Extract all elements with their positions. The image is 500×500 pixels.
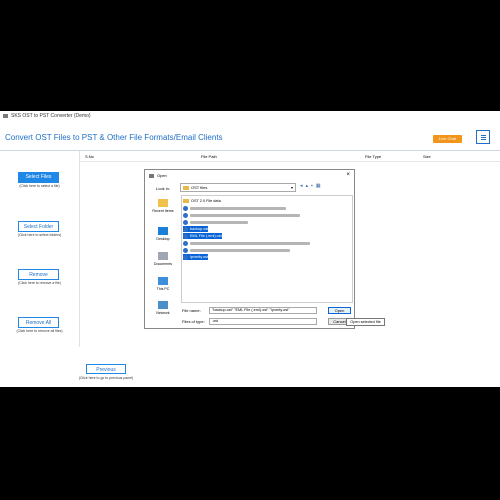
file-name-label: File name: <box>182 308 201 313</box>
title-bar: SKS OST to PST Converter (Demo) <box>0 111 500 121</box>
places-bar: Recent Items Desktop Documents This PC N… <box>148 195 178 325</box>
file-name: EML File (.eml).ost <box>190 234 222 238</box>
place-label: Recent Items <box>152 209 174 213</box>
select-files-button[interactable]: Select Files <box>18 172 59 183</box>
documents-icon <box>158 252 168 260</box>
select-files-hint: (Click here to select a file) <box>19 184 60 188</box>
place-this-pc[interactable]: This PC <box>148 277 178 291</box>
desktop-icon <box>158 227 168 235</box>
file-type-value: .ost <box>212 319 219 323</box>
ost-file-icon <box>183 233 188 239</box>
folder-icon <box>183 185 189 190</box>
ost-file-icon <box>183 212 188 218</box>
ost-file-icon <box>183 247 188 253</box>
dialog-title: Open <box>157 173 167 178</box>
previous-button[interactable]: Previous <box>86 364 126 374</box>
remove-hint: (Click here to remove a file) <box>18 281 61 285</box>
hamburger-menu-icon[interactable] <box>476 130 490 144</box>
previous-hint: (Click here to go to previous panel) <box>78 376 134 380</box>
app-header: Convert OST Files to PST & Other File Fo… <box>0 128 500 151</box>
place-desktop[interactable]: Desktop <box>148 227 178 241</box>
blurred-file-name <box>190 213 300 217</box>
folder-icon <box>183 199 189 203</box>
list-item-selected[interactable]: backup.ost <box>183 226 209 232</box>
column-size[interactable]: Size <box>423 154 431 159</box>
remove-all-hint: (Click here to remove all files) <box>16 329 63 333</box>
place-label: This PC <box>156 287 170 291</box>
up-folder-icon[interactable]: ▴ <box>306 183 309 189</box>
file-grid-header: S.No File Path File Type Size <box>80 151 500 162</box>
blurred-file-name <box>190 206 286 210</box>
place-network[interactable]: Network <box>148 301 178 315</box>
open-button[interactable]: Open <box>328 307 351 314</box>
dialog-toolbar: ◂ ▴ ▪ ▦ <box>300 183 321 189</box>
look-in-value: OST files <box>191 185 208 190</box>
app-icon <box>3 114 8 118</box>
list-item[interactable] <box>183 247 290 253</box>
ost-file-icon <box>183 240 188 246</box>
column-file-type[interactable]: File Type <box>365 154 381 159</box>
open-tooltip: Open selected file <box>346 318 385 326</box>
close-icon[interactable]: × <box>346 172 350 178</box>
select-folder-hint: (Click here to select folders) <box>17 233 62 237</box>
file-type-select[interactable]: .ost <box>209 318 317 325</box>
new-folder-icon[interactable]: ▪ <box>311 183 313 189</box>
list-item[interactable]: OST 2.0 File data <box>183 198 221 204</box>
remove-all-button[interactable]: Remove All <box>18 317 59 328</box>
file-name-input[interactable]: "backup.ost" "EML File (.eml).ost" "Ipve… <box>209 307 317 314</box>
ost-file-icon <box>183 205 188 211</box>
place-label: Documents <box>153 262 173 266</box>
back-icon[interactable]: ◂ <box>300 183 303 189</box>
place-documents[interactable]: Documents <box>148 252 178 266</box>
place-label: Desktop <box>156 237 170 241</box>
look-in-dropdown[interactable]: OST files ▾ <box>180 183 296 192</box>
list-item[interactable] <box>183 212 300 218</box>
list-item[interactable] <box>183 240 310 246</box>
list-item[interactable] <box>183 219 248 225</box>
recent-items-icon <box>158 199 168 207</box>
list-item-selected[interactable]: EML File (.eml).ost <box>183 233 222 239</box>
blurred-file-name <box>190 241 310 245</box>
blurred-file-name <box>190 220 248 224</box>
file-name: backup.ost <box>190 227 209 231</box>
file-name: OST 2.0 File data <box>191 199 221 203</box>
page-title: Convert OST Files to PST & Other File Fo… <box>5 133 223 142</box>
remove-button[interactable]: Remove <box>18 269 59 280</box>
computer-icon <box>158 277 168 285</box>
ost-file-icon <box>183 254 188 260</box>
list-item-selected[interactable]: Ipverity.ost <box>183 254 209 260</box>
place-label: Network <box>156 311 170 315</box>
look-in-label: Look in: <box>156 186 171 191</box>
network-icon <box>158 301 168 309</box>
column-sno[interactable]: S.No <box>85 154 94 159</box>
file-type-label: Files of type: <box>182 319 205 324</box>
place-recent-items[interactable]: Recent Items <box>148 199 178 213</box>
dialog-title-bar: Open × <box>145 170 354 181</box>
ost-file-icon <box>183 226 188 232</box>
blurred-file-name <box>190 248 290 252</box>
file-list: OST 2.0 File data backup.ost EML File (.… <box>181 195 353 303</box>
select-folder-button[interactable]: Select Folder <box>18 221 59 232</box>
column-file-path[interactable]: File Path <box>201 154 217 159</box>
list-item[interactable] <box>183 205 286 211</box>
dialog-icon <box>149 173 154 178</box>
window-title: SKS OST to PST Converter (Demo) <box>11 113 91 119</box>
file-name: Ipverity.ost <box>190 255 209 259</box>
ost-file-icon <box>183 219 188 225</box>
live-chat-button[interactable]: Live Chat <box>433 135 462 143</box>
view-menu-icon[interactable]: ▦ <box>316 183 321 189</box>
open-file-dialog: Open × Look in: OST files ▾ ◂ ▴ ▪ ▦ Rece… <box>144 169 355 329</box>
chevron-down-icon: ▾ <box>290 185 293 190</box>
sidebar: Select Files (Click here to select a fil… <box>0 151 80 347</box>
